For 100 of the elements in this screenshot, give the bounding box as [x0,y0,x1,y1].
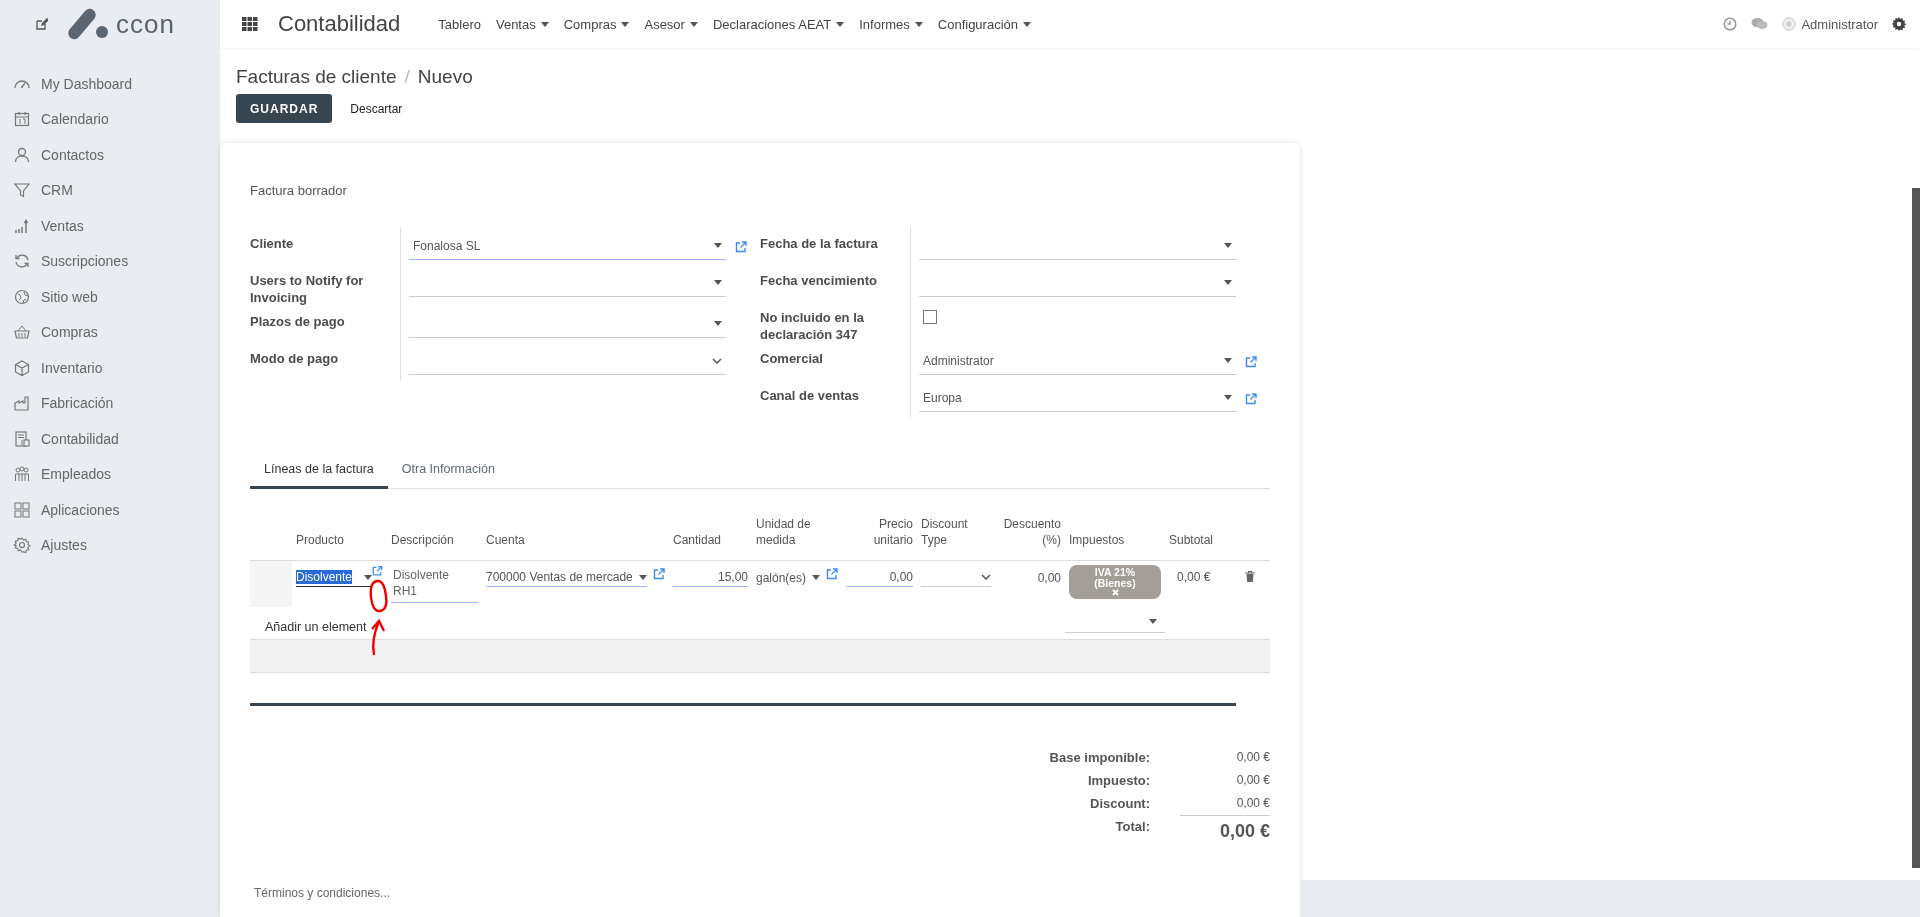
form-status: Factura borrador [250,183,348,198]
field-label: Comercial [760,350,824,368]
caret-icon [1224,358,1232,363]
menu-item[interactable]: Configuración [937,16,1031,32]
sidebar-item[interactable]: My Dashboard [0,66,220,102]
column-header: Descripción [390,532,455,549]
apps-menu-icon[interactable] [242,17,258,31]
checkbox[interactable] [923,310,937,324]
caret-icon [914,21,923,27]
remove-icon[interactable] [1111,589,1119,596]
caret-icon [639,574,647,580]
person-icon [13,145,31,164]
factory-icon [13,394,31,413]
menu-item[interactable]: Declaraciones AEAT [712,16,845,32]
field-label: Fecha de la factura [760,235,879,253]
price-field[interactable]: 0,00 [846,565,913,587]
annotation-arrow [370,619,386,657]
sidebar-item[interactable]: Calendario [0,101,220,137]
settings-icon[interactable] [1892,17,1906,31]
user-name[interactable]: Administrator [1801,16,1878,32]
logo-text: ccon [116,8,175,40]
caret-icon [836,21,845,27]
tab[interactable]: Otra Información [387,453,509,489]
avatar-icon [1782,17,1797,31]
caret-icon [714,243,722,248]
caret-icon [689,21,698,27]
external-link-icon[interactable] [372,565,383,577]
sidebar-item[interactable]: Fabricación [0,385,220,421]
column-header: Producto [295,532,346,549]
external-link-icon[interactable] [826,568,838,580]
caret-icon [364,574,373,580]
basket-icon [13,323,31,342]
column-header: Cuenta [485,532,526,549]
globe-icon [13,287,31,306]
select-field[interactable]: Europa [919,384,1236,412]
clock-icon[interactable] [1723,17,1738,31]
menu-item[interactable]: Ventas [495,16,549,32]
breadcrumb-current: Nuevo [417,66,473,88]
field-label: Cliente [250,235,295,253]
sidebar-item[interactable]: Contactos [0,137,220,173]
breadcrumb-separator: / [404,66,410,88]
tab[interactable]: Líneas de la factura [250,453,388,489]
chevron-icon [981,574,991,580]
total-label: Impuesto: [1086,771,1151,790]
caret-icon [621,21,630,27]
sidebar-item[interactable]: CRM [0,172,220,208]
discard-button[interactable]: Descartar [344,100,409,117]
trash-icon[interactable] [1245,571,1255,582]
sidebar-item[interactable]: Sitio web [0,279,220,315]
sidebar-item[interactable]: Ajustes [0,527,220,563]
menu-item[interactable]: Asesor [644,16,698,32]
settings-icon [13,536,31,555]
caret-icon [1224,395,1232,400]
caret-icon [1224,280,1232,285]
total-value: 0,00 € [1235,748,1270,766]
unit-field[interactable]: galón(es) [756,565,820,587]
column-header: Precio unitario [872,516,914,549]
select-field[interactable]: Administrator [919,347,1236,375]
column-header: Unidad de medida [755,516,812,549]
menu-item[interactable]: Informes [859,16,923,32]
total-label: Total: [1114,817,1151,836]
caret-icon [1149,618,1157,624]
menu-item[interactable]: Compras [563,16,630,32]
caret-icon [1224,243,1232,248]
save-button[interactable]: GUARDAR [236,94,333,123]
sidebar-item[interactable]: Compras [0,314,220,350]
external-link-icon[interactable] [653,568,665,580]
edit-icon[interactable] [36,18,48,30]
app-title: Contabilidad [278,11,401,37]
field-label: Users to Notify for Invoicing [250,272,365,306]
sidebar-item[interactable]: Empleados [0,456,220,492]
column-header: Discount Type [920,516,969,549]
select-field[interactable]: Fonalosa SL [409,232,726,260]
chat-icon[interactable] [1751,17,1769,31]
quantity-field[interactable]: 15,00 [673,565,748,587]
field-label: Modo de pago [250,350,340,368]
external-link-icon[interactable] [1245,392,1257,405]
column-header: Descuento (%) [1002,516,1062,549]
sidebar-item[interactable]: Ventas [0,208,220,244]
account-field[interactable]: 700000 Ventas de mercade [486,565,647,587]
funnel-icon [13,181,31,200]
sidebar-item[interactable]: Aplicaciones [0,492,220,528]
field-label: Canal de ventas [760,387,860,405]
external-link-icon[interactable] [735,240,747,253]
field-label: Plazos de pago [250,313,346,331]
discount-field[interactable]: 0,00 [999,565,1061,587]
column-header: Impuestos [1068,532,1126,549]
breadcrumb-link[interactable]: Facturas de cliente [236,66,397,88]
product-field[interactable]: Disolvente [296,565,373,587]
caret-icon [540,21,549,27]
sidebar-item[interactable]: Contabilidad [0,421,220,457]
total-label: Discount: [1089,794,1151,813]
sidebar-item[interactable]: Suscripciones [0,243,220,279]
scrollbar[interactable] [1912,188,1920,868]
row-handle[interactable] [250,560,292,607]
add-line-link[interactable]: Añadir un element [250,607,482,639]
sidebar-item[interactable]: Inventario [0,350,220,386]
menu-item[interactable]: Tablero [438,16,481,32]
total-value: 0,00 € [1235,794,1270,812]
external-link-icon[interactable] [1245,355,1257,368]
